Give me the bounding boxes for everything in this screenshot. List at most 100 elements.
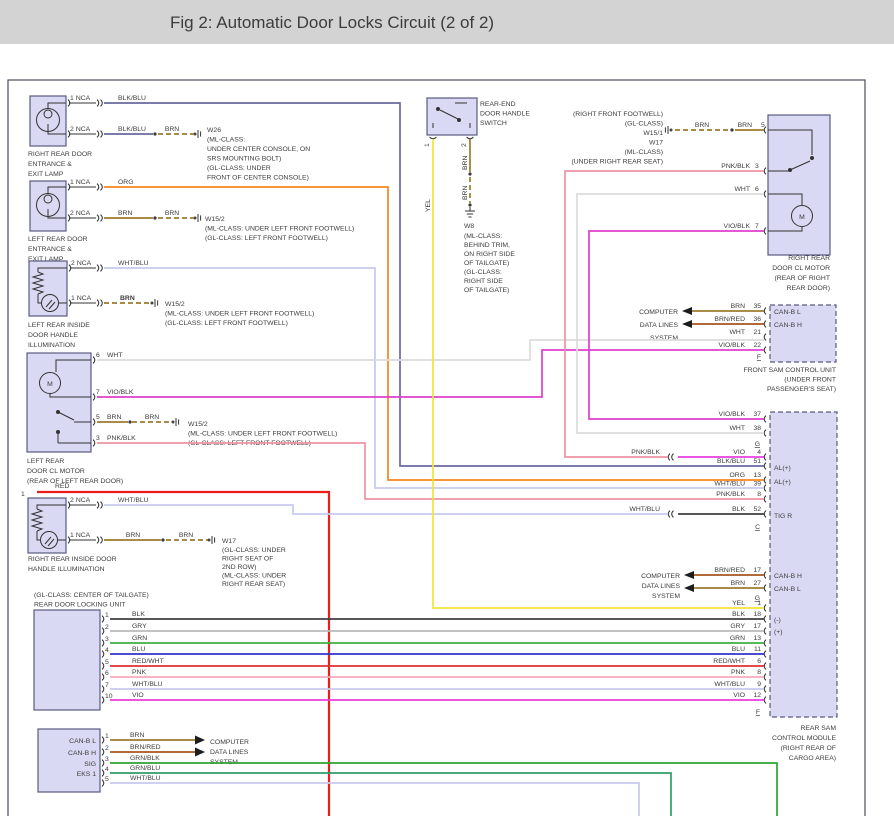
component-label: DOOR CL MOTOR xyxy=(772,265,830,272)
wire-color-label: BRN/RED xyxy=(130,744,161,751)
wire-color-label: BRN xyxy=(107,414,121,421)
left-rear-door-cl-motor: M 6 WHT 7 VIO/BLK 5 BRN BRN 3 PNK/BLK LE… xyxy=(27,352,159,485)
note-line: (ML-CLASS: UNDER xyxy=(222,573,286,580)
component-label: DOOR HANDLE xyxy=(480,111,530,118)
wire-color-label: WHT/BLU xyxy=(118,260,149,267)
pin-number: 5 xyxy=(761,122,765,129)
wire-color-label: BRN xyxy=(738,122,752,129)
wire-color-label: VIO xyxy=(733,692,745,699)
note-line: RIGHT SIDE xyxy=(464,278,503,285)
wire-color-label: BRN/RED xyxy=(714,567,745,574)
data-line-arrow-icon xyxy=(195,736,205,745)
wire-color-label: GRN/BLK xyxy=(130,755,160,762)
wire-color-label: RED/WHT xyxy=(713,658,745,665)
wire-color-label: PNK/BLK xyxy=(721,163,750,170)
pin-number: 3 xyxy=(105,756,109,763)
note-line: (GL-CLASS: LEFT FRONT FOOTWELL) xyxy=(165,320,288,327)
connector-section-letter: G xyxy=(755,441,760,448)
note-line: (GL-CLASS: xyxy=(464,269,502,276)
splice-wire-label: BRN xyxy=(462,186,469,200)
wire-vio-blk-motor-to-pin22 xyxy=(97,350,764,397)
pin-number: 1 xyxy=(70,532,74,539)
note-line: W8 xyxy=(464,223,474,230)
w17-ground-note: W17 (GL-CLASS: UNDER RIGHT SEAT OF 2ND R… xyxy=(208,536,287,588)
port-label: CAN-B H xyxy=(774,322,802,329)
wire-color-label: BLK/BLU xyxy=(118,126,146,133)
right-rear-door-cl-motor: M BRN 5 PNK/BLK 3 WHT 6 VIO/BLK 7 RIGHT … xyxy=(721,115,830,292)
pin-number: 8 xyxy=(757,491,761,498)
ground-splice-icon xyxy=(194,214,201,222)
wire-color-label: PNK xyxy=(731,669,745,676)
pin-number: 1 xyxy=(70,179,74,186)
wire-color-label: PNK xyxy=(132,669,146,676)
destination-label: DATA LINES xyxy=(640,322,679,329)
pin-number: 52 xyxy=(753,506,761,513)
wire-color-label: PNK/BLK xyxy=(716,491,745,498)
pin-number: 2 xyxy=(71,260,75,267)
pin-number: 4 xyxy=(105,647,109,654)
port-label: EKS 1 xyxy=(77,771,96,778)
component-box xyxy=(770,412,837,717)
wires xyxy=(97,103,777,816)
destination-label: SYSTEM xyxy=(650,335,678,342)
wire-color-label: RED/WHT xyxy=(132,658,164,665)
port-label: CAN-B L xyxy=(69,738,96,745)
wire-color-label: BLK/BLU xyxy=(717,458,745,465)
motor-letter: M xyxy=(799,214,805,221)
wire-wht-blu-illum-to-pin39 xyxy=(104,268,764,488)
data-line-arrow-icon xyxy=(682,320,692,328)
ground-splice-icon xyxy=(151,299,158,307)
wire-grn-blu-eks1 xyxy=(110,773,671,816)
wire-color-label: BLK xyxy=(132,611,145,618)
pin-number: 5 xyxy=(105,776,109,783)
wire-color-label: BLU xyxy=(132,646,145,653)
pin-number: 10 xyxy=(105,693,113,700)
w8-ground-note: W8 (ML-CLASS: BEHIND TRIM, ON RIGHT SIDE… xyxy=(464,207,515,294)
wire-color-label: WHT xyxy=(107,352,122,359)
component-label: CARGO AREA) xyxy=(789,755,836,762)
note-line: W26 xyxy=(207,127,221,134)
pin-number: 7 xyxy=(105,682,109,689)
note-line: (ML-CLASS: UNDER LEFT FRONT FOOTWELL) xyxy=(205,226,354,233)
wire-color-label: WHT/BLU xyxy=(132,681,163,688)
note-line: RIGHT REAR SEAT) xyxy=(222,581,285,588)
pin-number: 3 xyxy=(105,636,109,643)
wire-color-label: WHT/BLU xyxy=(714,681,745,688)
component-label: (REAR OF LEFT REAR DOOR) xyxy=(27,478,123,485)
pin-number: 8 xyxy=(757,669,761,676)
wire-yel-switch-to-pin1 xyxy=(433,139,764,608)
wire-color-label: VIO/BLK xyxy=(719,342,746,349)
component-label: REAR DOOR) xyxy=(787,285,830,292)
component-label: LEFT REAR DOOR xyxy=(28,236,88,243)
pin-nca-label: NCA xyxy=(76,497,91,504)
port-label: (-) xyxy=(774,617,781,624)
wire-color-label: VIO xyxy=(733,449,745,456)
wire-color-label: BRN xyxy=(120,295,135,302)
wire-color-label: VIO/BLK xyxy=(719,411,746,418)
component-label: DOOR CL MOTOR xyxy=(27,468,85,475)
w15-2-ground-note-c: W15/2 (ML-CLASS: UNDER LEFT FRONT FOOTWE… xyxy=(151,299,315,327)
wire-color-label: VIO/BLK xyxy=(724,223,751,230)
pin-nca-label: NCA xyxy=(76,95,91,102)
component-label: EXIT LAMP xyxy=(28,171,64,178)
pin-number: 1 xyxy=(71,295,75,302)
destination-label: COMPUTER xyxy=(641,573,680,580)
wire-color-label: BRN xyxy=(462,156,469,170)
port-label: CAN-B L xyxy=(774,309,801,316)
pin-number: 6 xyxy=(105,670,109,677)
connector-section-letter: C xyxy=(755,524,760,531)
splice-dot xyxy=(730,128,733,131)
note-line: (GL-CLASS: UNDER xyxy=(207,165,271,172)
right-rear-lamp: 1 NCA BLK/BLU 2 NCA BLK/BLU BRN RIGHT RE… xyxy=(28,95,179,178)
pin-number: 5 xyxy=(105,659,109,666)
pin-nca-label: NCA xyxy=(76,179,91,186)
destination-label: DATA LINES xyxy=(642,583,681,590)
left-rear-lamp: 1 NCA ORG 2 NCA BRN BRN LEFT REAR DOOR E… xyxy=(28,179,179,263)
note-line: (ML-CLASS: UNDER LEFT FRONT FOOTWELL) xyxy=(188,431,337,438)
component-label: RIGHT REAR xyxy=(788,255,830,262)
pin-nca-label: NCA xyxy=(77,295,92,302)
pin-number: 17 xyxy=(753,567,761,574)
w26-ground-note: W26 (ML-CLASS: UNDER CENTER CONSOLE, ON … xyxy=(194,127,311,182)
ground-splice-icon xyxy=(172,418,179,426)
component-label: ENTRANCE & xyxy=(28,246,72,253)
